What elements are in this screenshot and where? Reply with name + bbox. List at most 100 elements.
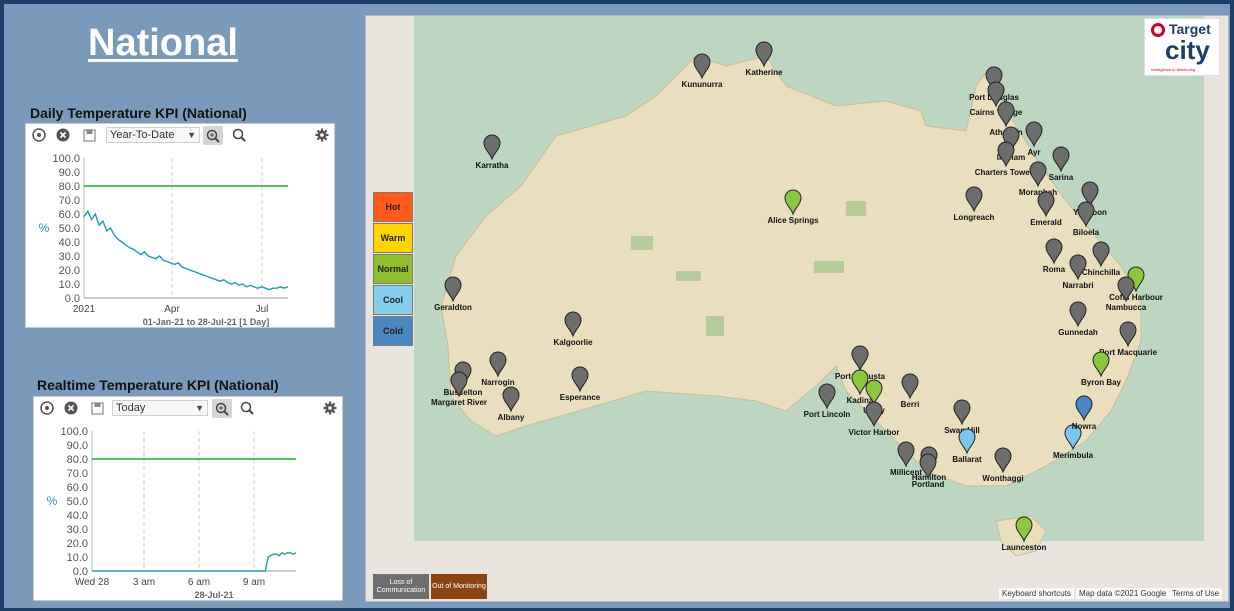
map-place-label: Nambucca bbox=[1106, 303, 1147, 312]
map-place-label: Narrogin bbox=[481, 378, 514, 387]
realtime-chart-card: Today ▼ 0.0 10.0 20.0 30.0 40.0 50.0 60.0 70.0 8… bbox=[33, 396, 343, 601]
map-pin-icon[interactable] bbox=[953, 399, 971, 426]
map-place-label: Coffs Harbour bbox=[1109, 293, 1163, 302]
map-pin-icon[interactable] bbox=[1052, 146, 1070, 173]
map-pin-icon[interactable] bbox=[1029, 161, 1047, 188]
y-tick-label: 90.0 bbox=[59, 167, 80, 179]
map-pin-icon[interactable] bbox=[897, 441, 915, 468]
y-tick-label: 30.0 bbox=[59, 251, 80, 263]
map-pin-icon[interactable] bbox=[1092, 241, 1110, 268]
map-place-label: Gunnedah bbox=[1058, 328, 1098, 337]
y-tick-label: 30.0 bbox=[67, 524, 88, 536]
map-place-label: Esperance bbox=[560, 393, 601, 402]
zoom-icon[interactable] bbox=[231, 127, 247, 143]
add-icon[interactable] bbox=[31, 127, 47, 143]
map-pin-icon[interactable] bbox=[997, 141, 1015, 168]
daily-chart-card: Year-To-Date ▼ 0.0 10.0 20.0 30.0 40.0 50.0 60… bbox=[25, 123, 335, 328]
x-tick-label: Apr bbox=[164, 304, 180, 315]
map-place-label: Charters Towers bbox=[975, 168, 1038, 177]
map-pin-icon[interactable] bbox=[994, 447, 1012, 474]
daily-chart-toolbar: Year-To-Date ▼ bbox=[26, 124, 334, 146]
map-pin-icon[interactable] bbox=[755, 41, 773, 68]
settings-icon[interactable] bbox=[314, 127, 330, 143]
map-place-label: Roma bbox=[1043, 265, 1066, 274]
y-tick-label: 60.0 bbox=[67, 482, 88, 494]
map-pin-icon[interactable] bbox=[987, 81, 1005, 108]
y-tick-label: 20.0 bbox=[67, 538, 88, 550]
map-pin-icon[interactable] bbox=[1069, 301, 1087, 328]
map-pin-icon[interactable] bbox=[958, 428, 976, 455]
map-place-label: Margaret River bbox=[431, 398, 487, 407]
window-frame-left bbox=[0, 0, 4, 611]
add-icon[interactable] bbox=[39, 400, 55, 416]
map-pin-icon[interactable] bbox=[483, 134, 501, 161]
map-pin-icon[interactable] bbox=[1025, 121, 1043, 148]
series-line bbox=[92, 551, 297, 572]
map-pin-icon[interactable] bbox=[901, 373, 919, 400]
x-tick-label: 2021 bbox=[73, 304, 96, 315]
map-place-label: Narrabri bbox=[1062, 281, 1093, 290]
settings-icon[interactable] bbox=[322, 400, 338, 416]
save-icon[interactable] bbox=[81, 127, 97, 143]
map-place-label: Cairns Village bbox=[970, 108, 1023, 117]
map-pin-icon[interactable] bbox=[1075, 395, 1093, 422]
daily-range-select[interactable]: Year-To-Date ▼ bbox=[106, 127, 200, 143]
map-place-label: Chinchilla bbox=[1082, 268, 1121, 277]
zoom-in-active-icon[interactable] bbox=[212, 399, 232, 418]
map-pin-icon[interactable] bbox=[564, 311, 582, 338]
map-pin-icon[interactable] bbox=[851, 345, 869, 372]
zoom-in-active-icon[interactable] bbox=[203, 126, 223, 145]
map-pin-icon[interactable] bbox=[1119, 321, 1137, 348]
map-pin-icon[interactable] bbox=[851, 369, 869, 396]
realtime-range-value: Today bbox=[116, 402, 146, 414]
map-pin-icon[interactable] bbox=[1092, 351, 1110, 378]
window-frame-right bbox=[1230, 0, 1234, 611]
realtime-panel-title: Realtime Temperature KPI (National) bbox=[37, 377, 279, 393]
map-pin-icon[interactable] bbox=[1045, 238, 1063, 265]
realtime-range-select[interactable]: Today ▼ bbox=[112, 400, 208, 416]
y-tick-label: 10.0 bbox=[59, 279, 80, 291]
y-tick-label: 70.0 bbox=[67, 468, 88, 480]
remove-icon[interactable] bbox=[55, 127, 71, 143]
map-place-label: Port Lincoln bbox=[804, 410, 851, 419]
map-pin-icon[interactable] bbox=[571, 366, 589, 393]
map-pin-icon[interactable] bbox=[784, 189, 802, 216]
y-tick-label: 80.0 bbox=[59, 181, 80, 193]
map-place-label: Launceston bbox=[1002, 543, 1047, 552]
remove-icon[interactable] bbox=[63, 400, 79, 416]
map-pin-icon[interactable] bbox=[693, 53, 711, 80]
map-pin-icon[interactable] bbox=[965, 186, 983, 213]
map-pin-icon[interactable] bbox=[1037, 191, 1055, 218]
realtime-chart-toolbar: Today ▼ bbox=[34, 397, 342, 419]
map-place-label: Biloela bbox=[1073, 228, 1100, 237]
map-pin-icon[interactable] bbox=[502, 386, 520, 413]
map-place-label: Byron Bay bbox=[1081, 378, 1122, 387]
page-title: National bbox=[88, 22, 238, 64]
map-pin-icon[interactable] bbox=[865, 401, 883, 428]
map-view[interactable]: Target city Intelligence in Monitoring H… bbox=[365, 15, 1229, 602]
map-pin-icon[interactable] bbox=[818, 383, 836, 410]
daily-range-value: Year-To-Date bbox=[110, 129, 175, 141]
map-place-label: Emerald bbox=[1030, 218, 1062, 227]
map-place-label: Karratha bbox=[476, 161, 509, 170]
map-place-label: Alice Springs bbox=[767, 216, 819, 225]
map-pin-icon[interactable] bbox=[997, 101, 1015, 128]
y-tick-label: 80.0 bbox=[67, 454, 88, 466]
map-pin-icon[interactable] bbox=[489, 351, 507, 378]
x-tick-label: 9 am bbox=[243, 577, 265, 588]
map-place-label: Berri bbox=[901, 400, 920, 409]
map-place-label: Merimbula bbox=[1053, 451, 1094, 460]
daily-panel-title: Daily Temperature KPI (National) bbox=[30, 105, 247, 121]
y-tick-label: 20.0 bbox=[59, 265, 80, 277]
zoom-icon[interactable] bbox=[239, 400, 255, 416]
x-tick-label: 3 am bbox=[133, 577, 155, 588]
map-pin-icon[interactable] bbox=[444, 276, 462, 303]
map-pin-icon[interactable] bbox=[1015, 516, 1033, 543]
x-tick-label: Wed 28 bbox=[75, 577, 110, 588]
map-pin-icon[interactable] bbox=[1077, 201, 1095, 228]
daily-chart: 0.010.020.030.040.050.060.070.080.090.01… bbox=[39, 153, 289, 327]
y-tick-label: 90.0 bbox=[67, 440, 88, 452]
window-frame-top bbox=[0, 0, 1234, 4]
realtime-chart: 0.010.020.030.040.050.060.070.080.090.01… bbox=[47, 426, 297, 600]
save-icon[interactable] bbox=[89, 400, 105, 416]
